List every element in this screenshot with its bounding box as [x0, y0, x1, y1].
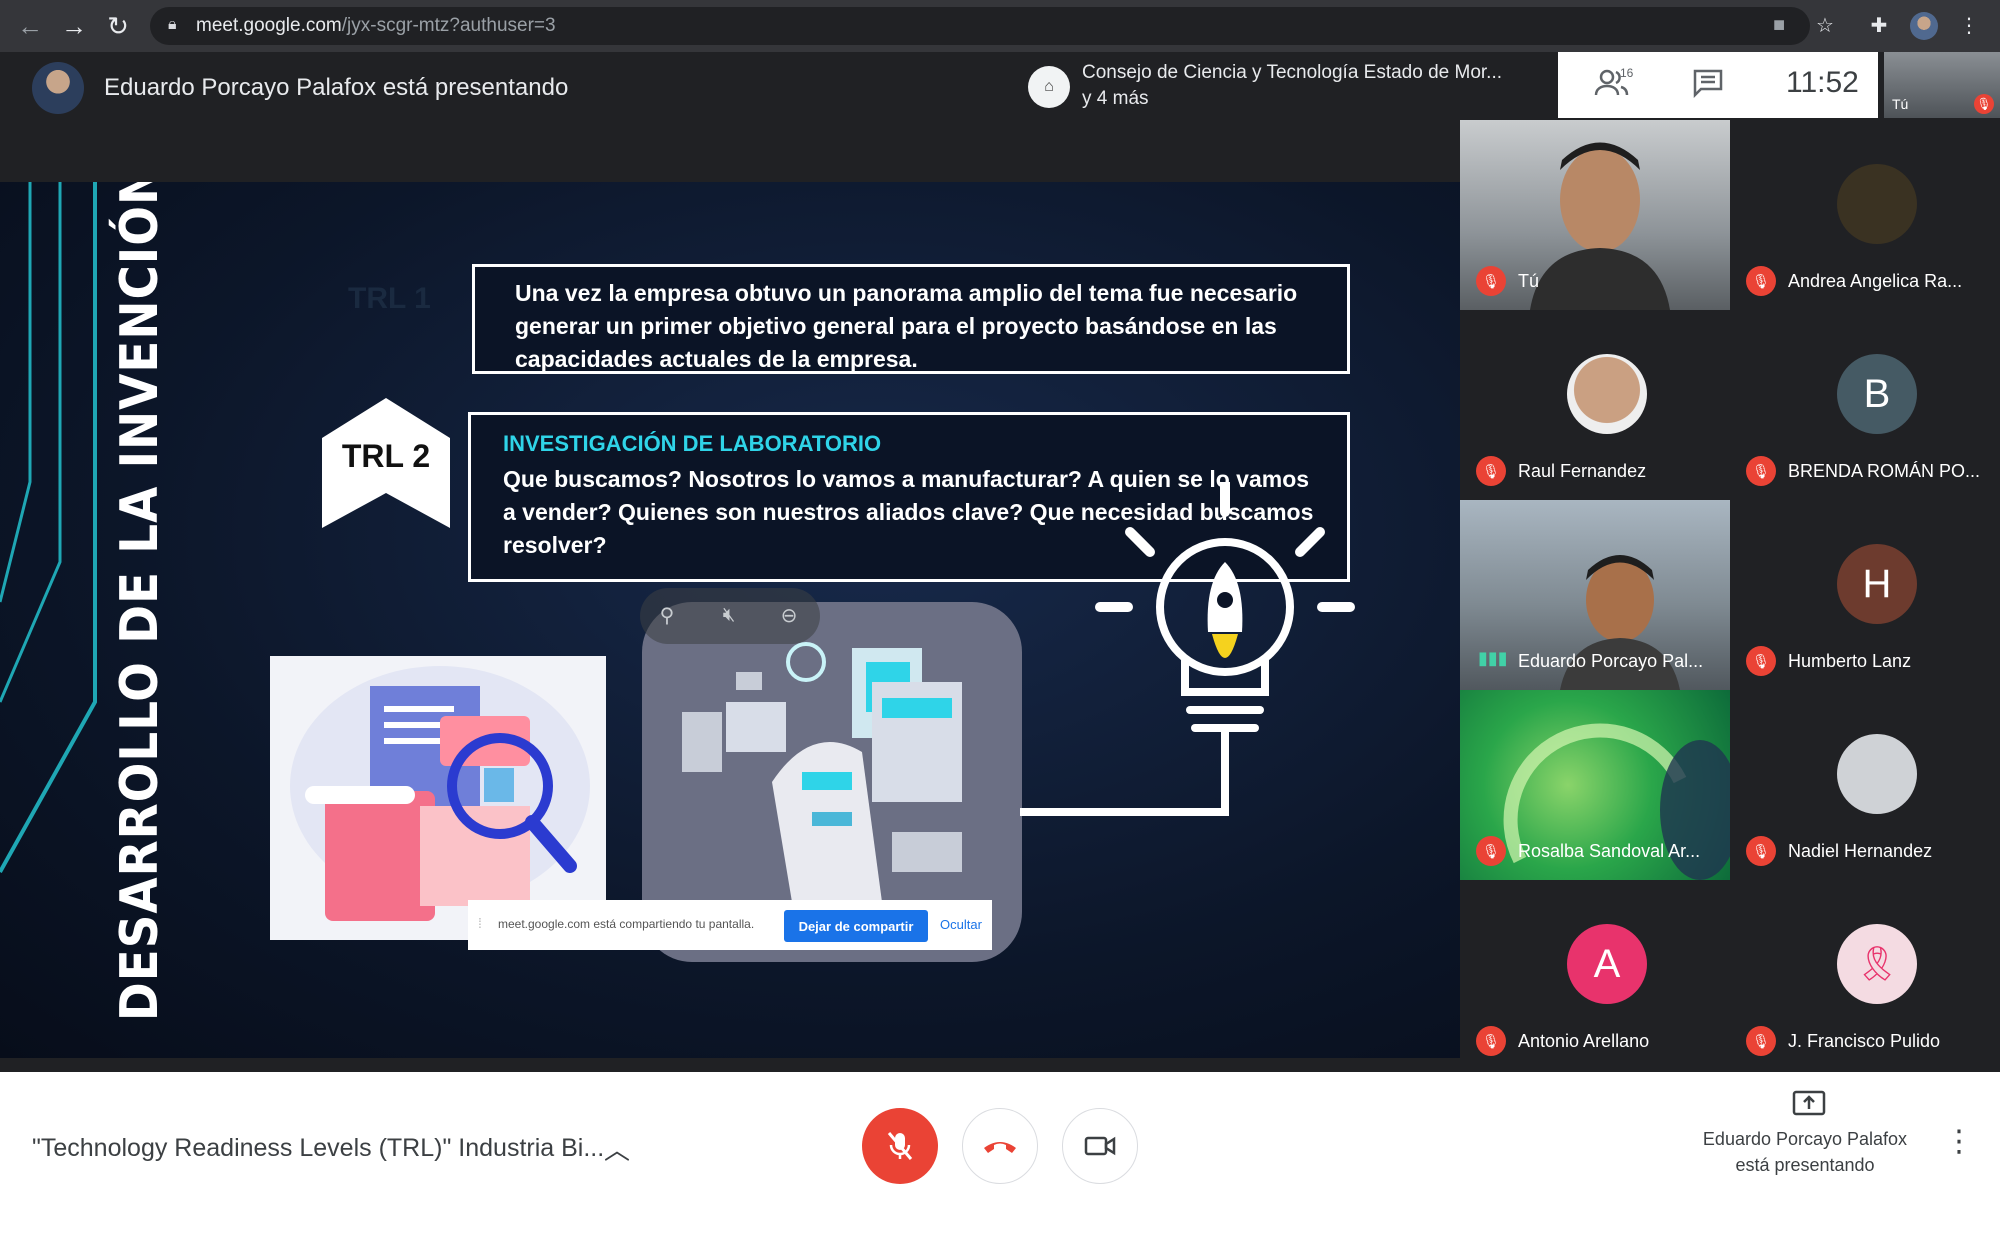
- participant-photo-avatar: [1837, 734, 1917, 814]
- participant-name: Andrea Angelica Ra...: [1788, 271, 1963, 291]
- presentation-slide: DESARROLLO DE LA INVENCIÓN TRL 1 Una vez…: [0, 182, 1460, 1058]
- lock-icon: 🔒︎: [168, 16, 177, 33]
- profile-avatar[interactable]: [1910, 12, 1938, 40]
- participant-tile[interactable]: 🎙︎ Rosalba Sandoval Ar...: [1460, 690, 1730, 880]
- stop-sharing-button[interactable]: Dejar de compartir: [784, 910, 928, 942]
- extensions-puzzle-icon[interactable]: ✚: [1864, 10, 1894, 40]
- url-text: meet.google.com/jyx-scgr-mtz?authuser=3: [196, 15, 556, 36]
- video-camera-icon: [1084, 1136, 1116, 1156]
- meet-window: Eduardo Porcayo Palafox está presentando…: [0, 52, 2000, 1244]
- chat-icon[interactable]: [1692, 68, 1724, 105]
- top-controls-panel: 16 11:52: [1558, 52, 1878, 118]
- participant-tile[interactable]: 🎙︎ Andrea Angelica Ra...: [1730, 120, 2000, 310]
- search-documents-illustration: [270, 656, 606, 940]
- participant-tile[interactable]: B 🎙︎ BRENDA ROMÁN PO...: [1730, 310, 2000, 500]
- participant-name: J. Francisco Pulido: [1788, 1031, 1941, 1051]
- forward-arrow-icon[interactable]: →: [56, 8, 92, 44]
- mic-off-icon: 🎙︎: [1746, 266, 1776, 296]
- presenting-status[interactable]: Eduardo Porcayo Palafox está presentando: [1690, 1126, 1920, 1178]
- presenting-status-line2: está presentando: [1735, 1155, 1875, 1175]
- slide-decorative-lines: [0, 182, 97, 873]
- present-screen-icon[interactable]: [1792, 1090, 1826, 1125]
- browser-menu-icon[interactable]: ⋮: [1954, 10, 1984, 40]
- slide-vertical-title: DESARROLLO DE LA INVENCIÓN: [110, 182, 171, 1022]
- presenting-status-line1: Eduardo Porcayo Palafox: [1702, 1129, 1908, 1149]
- presenter-label: Eduardo Porcayo Palafox está presentando: [104, 74, 569, 101]
- participant-name: Rosalba Sandoval Ar...: [1518, 841, 1701, 861]
- chevron-up-icon[interactable]: ︿: [604, 1130, 630, 1167]
- rocket-lightbulb-illustration: [1020, 482, 1355, 816]
- camera-toggle-button[interactable]: [1062, 1108, 1138, 1184]
- address-bar[interactable]: 🔒︎ meet.google.com/jyx-scgr-mtz?authuser…: [150, 7, 1810, 45]
- participant-name: Eduardo Porcayo Pal...: [1518, 651, 1704, 671]
- participant-tile[interactable]: H 🎙︎ Humberto Lanz: [1730, 500, 2000, 690]
- participant-initial-avatar: B: [1837, 354, 1917, 434]
- participant-photo-avatar: [1837, 164, 1917, 244]
- mic-off-icon: 🎙︎: [1746, 646, 1776, 676]
- mic-off-icon: 🎙︎: [1476, 836, 1506, 866]
- remove-tile-icon[interactable]: ⊖: [774, 600, 804, 630]
- mic-off-icon: 🎙︎: [1476, 266, 1506, 296]
- participant-tile[interactable]: 🎙︎ Raul Fernandez: [1460, 310, 1730, 500]
- hang-up-icon: [984, 1142, 1016, 1153]
- participant-initial-avatar: H: [1837, 544, 1917, 624]
- leave-call-button[interactable]: [962, 1108, 1038, 1184]
- lab-research-heading: INVESTIGACIÓN DE LABORATORIO: [503, 431, 882, 456]
- mic-off-icon: 🎙︎: [1476, 1026, 1506, 1056]
- participant-name: Humberto Lanz: [1788, 651, 1912, 671]
- meeting-participants-name: Consejo de Ciencia y Tecnología Estado d…: [1082, 62, 1503, 83]
- participant-tile[interactable]: 🎙︎ Nadiel Hernandez: [1730, 690, 2000, 880]
- pink-ribbon-avatar: 🎗︎: [1837, 924, 1917, 1004]
- participant-name: BRENDA ROMÁN PO...: [1788, 461, 1981, 481]
- participant-tile[interactable]: A 🎙︎ Antonio Arellano: [1460, 880, 1730, 1070]
- participant-name: Raul Fernandez: [1518, 461, 1647, 481]
- tile-hover-controls: ⚲ 🔇︎ ⊖: [640, 588, 820, 644]
- participant-initial-avatar: A: [1567, 924, 1647, 1004]
- reload-icon[interactable]: ↻: [100, 8, 136, 44]
- self-label: Tú: [1892, 96, 1909, 112]
- speaking-indicator-icon: ▮▮▮: [1478, 648, 1508, 668]
- participants-grid: 🎙︎ Tú 🎙︎ Andrea Angelica Ra... 🎙︎ Raul F…: [1460, 120, 2000, 1072]
- trl2-badge-label: TRL 2: [341, 438, 431, 474]
- screen-share-notice: ⁞ meet.google.com está compartiendo tu p…: [468, 900, 992, 950]
- meeting-info-chip[interactable]: ⌂ Consejo de Ciencia y Tecnología Estado…: [1016, 52, 1556, 118]
- participant-name: Nadiel Hernandez: [1788, 841, 1933, 861]
- back-arrow-icon[interactable]: ←: [12, 8, 48, 44]
- drag-handle-icon[interactable]: ⁞: [478, 915, 482, 931]
- microphone-toggle-button[interactable]: [862, 1108, 938, 1184]
- people-count: 16: [1620, 66, 1634, 80]
- mute-tile-icon[interactable]: 🔇︎: [714, 600, 744, 630]
- more-options-icon[interactable]: ⋮: [1944, 1124, 1974, 1159]
- organization-logo: ⌂: [1028, 66, 1070, 108]
- pin-icon[interactable]: ⚲: [652, 600, 682, 630]
- participant-tile[interactable]: ▮▮▮ Eduardo Porcayo Pal...: [1460, 500, 1730, 690]
- browser-toolbar: ← → ↻ 🔒︎ meet.google.com/jyx-scgr-mtz?au…: [0, 0, 2000, 52]
- hide-notice-button[interactable]: Ocultar: [940, 917, 982, 932]
- trl1-ghost-label: TRL 1: [348, 282, 431, 315]
- participant-name: Tú: [1518, 271, 1540, 291]
- share-notice-text: meet.google.com está compartiendo tu pan…: [498, 917, 755, 931]
- self-video-thumbnail[interactable]: Tú 🎙︎: [1884, 52, 2000, 118]
- bottom-controls-bar: "Technology Readiness Levels (TRL)" Indu…: [0, 1072, 2000, 1244]
- participant-tile[interactable]: 🎗︎ 🎙︎ J. Francisco Pulido: [1730, 880, 2000, 1070]
- meeting-title[interactable]: "Technology Readiness Levels (TRL)" Indu…: [32, 1134, 604, 1163]
- mic-off-icon: [887, 1132, 913, 1160]
- mic-off-icon: 🎙︎: [1746, 1026, 1776, 1056]
- clock: 11:52: [1786, 66, 1859, 99]
- mic-off-icon: 🎙︎: [1746, 836, 1776, 866]
- bookmark-star-icon[interactable]: ☆: [1810, 10, 1840, 40]
- participant-tile[interactable]: 🎙︎ Tú: [1460, 120, 1730, 310]
- mic-off-icon: 🎙︎: [1476, 456, 1506, 486]
- camera-in-use-icon[interactable]: ■: [1764, 10, 1794, 40]
- participant-name: Antonio Arellano: [1518, 1031, 1650, 1051]
- meeting-participants-more: y 4 más: [1082, 88, 1149, 109]
- mic-off-icon: 🎙︎: [1974, 94, 1994, 114]
- mic-off-icon: 🎙︎: [1746, 456, 1776, 486]
- participant-photo-avatar: [1567, 354, 1647, 434]
- intro-text-box: Una vez la empresa obtuvo un panorama am…: [472, 264, 1350, 374]
- presenter-avatar: [32, 62, 84, 114]
